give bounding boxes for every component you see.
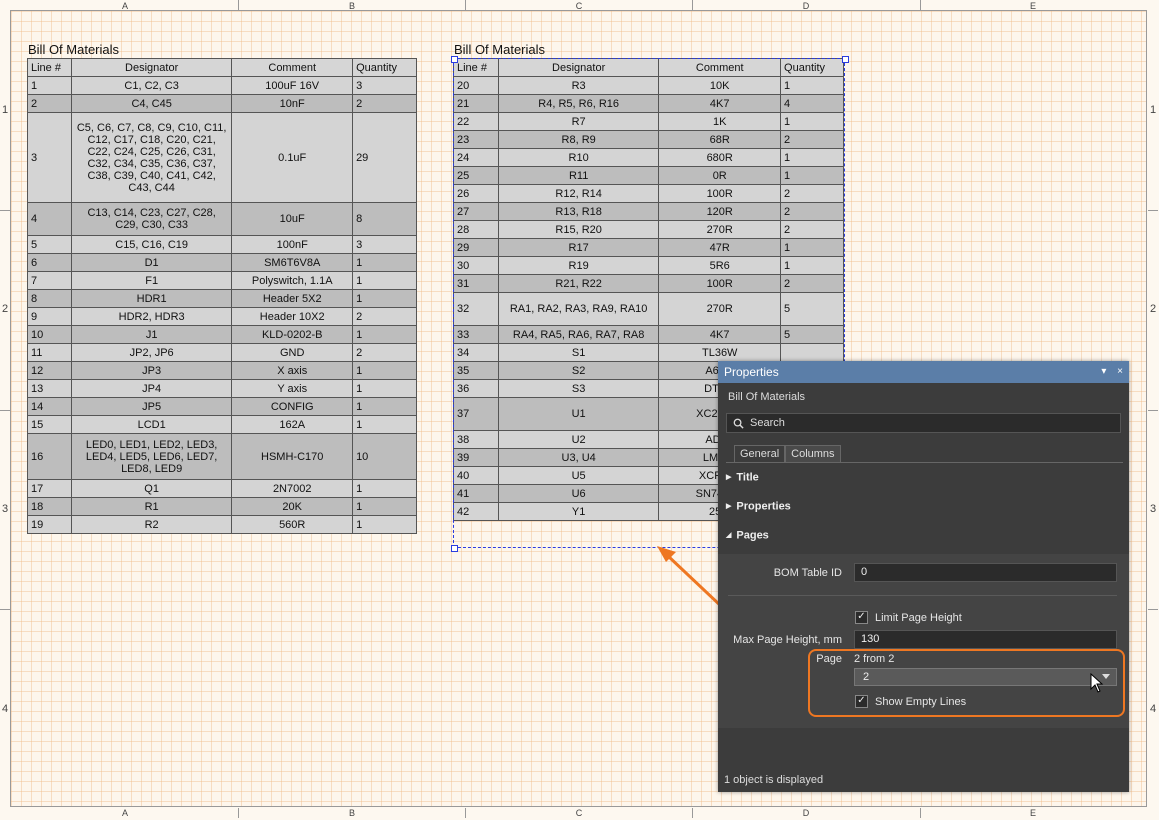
limit-page-height-checkbox[interactable]: ✓ Limit Page Height bbox=[855, 611, 962, 624]
caret-down-icon: ◢ bbox=[726, 532, 732, 539]
pin-icon[interactable]: ▾ bbox=[1101, 366, 1106, 377]
caret-right-icon: ▶ bbox=[726, 503, 732, 510]
tab-general[interactable]: General bbox=[734, 445, 786, 462]
section-properties-label: Properties bbox=[736, 500, 791, 513]
properties-panel-header: Properties ▾ × bbox=[718, 361, 1129, 383]
section-properties[interactable]: ▶ Properties bbox=[718, 492, 1129, 521]
close-icon[interactable]: × bbox=[1117, 366, 1123, 377]
section-title-label: Title bbox=[736, 471, 759, 484]
section-title[interactable]: ▶ Title bbox=[718, 463, 1129, 492]
properties-panel-title: Properties bbox=[724, 365, 779, 379]
bom-table-id-label: BOM Table ID bbox=[773, 567, 842, 579]
mouse-cursor-icon bbox=[1090, 673, 1104, 693]
checkmark-icon: ✓ bbox=[855, 611, 868, 624]
max-page-height-label: Max Page Height, mm bbox=[733, 634, 842, 646]
tab-bar: General Columns bbox=[734, 445, 1129, 462]
max-page-height-field[interactable]: 130 bbox=[854, 630, 1117, 649]
bom-table-id-field[interactable]: 0 bbox=[854, 563, 1117, 582]
search-placeholder: Search bbox=[750, 417, 785, 429]
limit-page-height-label: Limit Page Height bbox=[875, 611, 962, 624]
status-text: 1 object is displayed bbox=[724, 774, 824, 786]
section-pages[interactable]: ◢ Pages bbox=[718, 521, 1129, 550]
tab-columns[interactable]: Columns bbox=[785, 445, 841, 462]
divider bbox=[728, 595, 1117, 596]
section-pages-label: Pages bbox=[736, 529, 769, 542]
caret-right-icon: ▶ bbox=[726, 474, 732, 481]
search-icon bbox=[733, 418, 744, 429]
properties-panel: Properties ▾ × Bill Of Materials Search … bbox=[718, 361, 1129, 792]
search-input[interactable]: Search bbox=[726, 413, 1121, 433]
object-type-label: Bill Of Materials bbox=[728, 391, 806, 403]
highlight-box bbox=[808, 649, 1125, 717]
